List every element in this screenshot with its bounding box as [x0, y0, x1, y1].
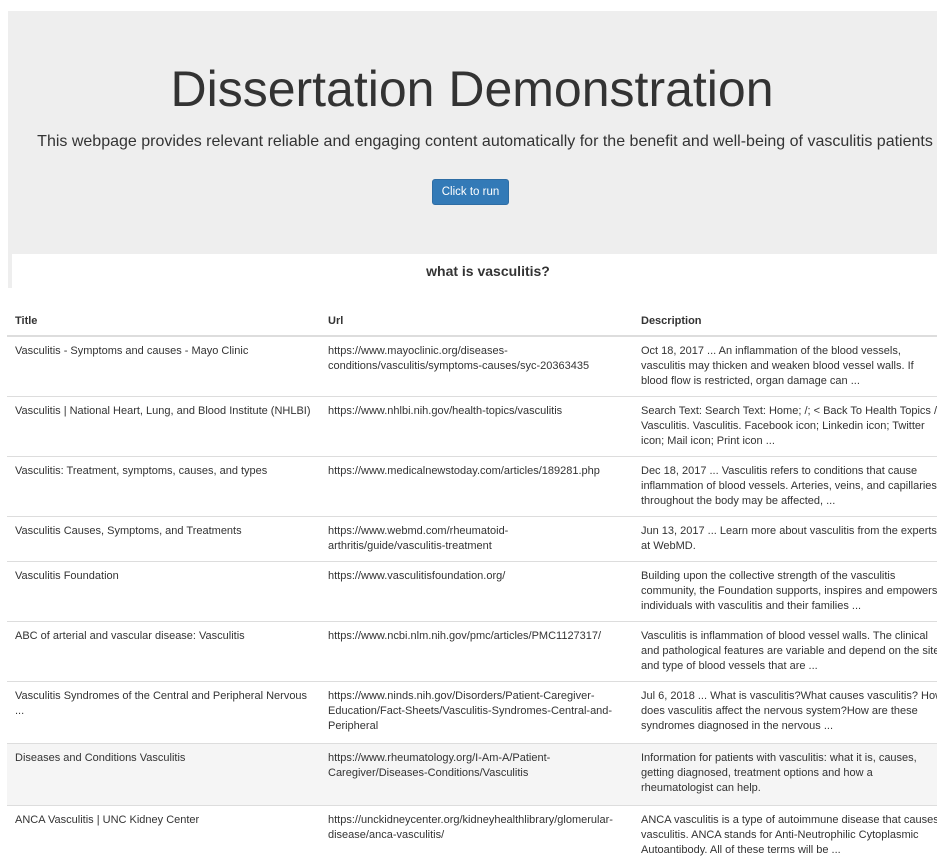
cell-url: https://www.webmd.com/rheumatoid-arthrit…	[320, 516, 633, 562]
cell-title: Vasculitis | National Heart, Lung, and B…	[7, 396, 320, 457]
table-row: Vasculitis Foundation https://www.vascul…	[7, 561, 937, 622]
table-row: Vasculitis: Treatment, symptoms, causes,…	[7, 456, 937, 517]
column-header-description: Description	[633, 306, 937, 337]
cell-title: Vasculitis Foundation	[7, 561, 320, 622]
cell-description: Vasculitis is inflammation of blood vess…	[633, 621, 937, 682]
table-row: ABC of arterial and vascular disease: Va…	[7, 621, 937, 682]
cell-url: https://www.ninds.nih.gov/Disorders/Pati…	[320, 681, 633, 744]
cell-title: Vasculitis: Treatment, symptoms, causes,…	[7, 456, 320, 517]
cell-description: Information for patients with vasculitis…	[633, 743, 937, 806]
cell-url: https://www.vasculitisfoundation.org/	[320, 561, 633, 622]
cell-url: https://www.ncbi.nlm.nih.gov/pmc/article…	[320, 621, 633, 682]
cell-url: https://www.medicalnewstoday.com/article…	[320, 456, 633, 517]
cell-description: Jun 13, 2017 ... Learn more about vascul…	[633, 516, 937, 562]
cell-description: Oct 18, 2017 ... An inflammation of the …	[633, 335, 937, 397]
cell-title: Vasculitis - Symptoms and causes - Mayo …	[7, 335, 320, 397]
table-header-row: Title Url Description	[7, 306, 937, 337]
page-title: Dissertation Demonstration	[170, 61, 774, 117]
column-header-title: Title	[7, 306, 320, 337]
query-heading: what is vasculitis?	[426, 263, 550, 279]
table-row: Vasculitis Syndromes of the Central and …	[7, 681, 937, 744]
query-bar: what is vasculitis?	[8, 254, 937, 288]
cell-title: ANCA Vasculitis | UNC Kidney Center	[7, 805, 320, 865]
cell-description: Search Text: Search Text: Home; /; < Bac…	[633, 396, 937, 457]
cell-title: ABC of arterial and vascular disease: Va…	[7, 621, 320, 682]
cell-url: https://unckidneycenter.org/kidneyhealth…	[320, 805, 633, 865]
cell-description: Building upon the collective strength of…	[633, 561, 937, 622]
cell-url: https://www.nhlbi.nih.gov/health-topics/…	[320, 396, 633, 457]
table-row: ANCA Vasculitis | UNC Kidney Center http…	[7, 805, 937, 865]
cell-url: https://www.rheumatology.org/I-Am-A/Pati…	[320, 743, 633, 806]
table-row: Vasculitis | National Heart, Lung, and B…	[7, 396, 937, 457]
results-table: Title Url Description Vasculitis - Sympt…	[7, 306, 937, 865]
cell-description: Jul 6, 2018 ... What is vasculitis?What …	[633, 681, 937, 744]
column-header-url: Url	[320, 306, 633, 337]
cell-title: Diseases and Conditions Vasculitis	[7, 743, 320, 806]
page-lead: This webpage provides relevant reliable …	[37, 133, 933, 150]
cell-title: Vasculitis Causes, Symptoms, and Treatme…	[7, 516, 320, 562]
cell-url: https://www.mayoclinic.org/diseases-cond…	[320, 335, 633, 397]
cell-description: ANCA vasculitis is a type of autoimmune …	[633, 805, 937, 865]
table-row: Vasculitis - Symptoms and causes - Mayo …	[7, 335, 937, 397]
click-to-run-button[interactable]: Click to run	[432, 179, 509, 205]
table-row: Vasculitis Causes, Symptoms, and Treatme…	[7, 516, 937, 562]
cell-title: Vasculitis Syndromes of the Central and …	[7, 681, 320, 744]
cell-description: Dec 18, 2017 ... Vasculitis refers to co…	[633, 456, 937, 517]
table-row: Diseases and Conditions Vasculitis https…	[7, 743, 937, 806]
